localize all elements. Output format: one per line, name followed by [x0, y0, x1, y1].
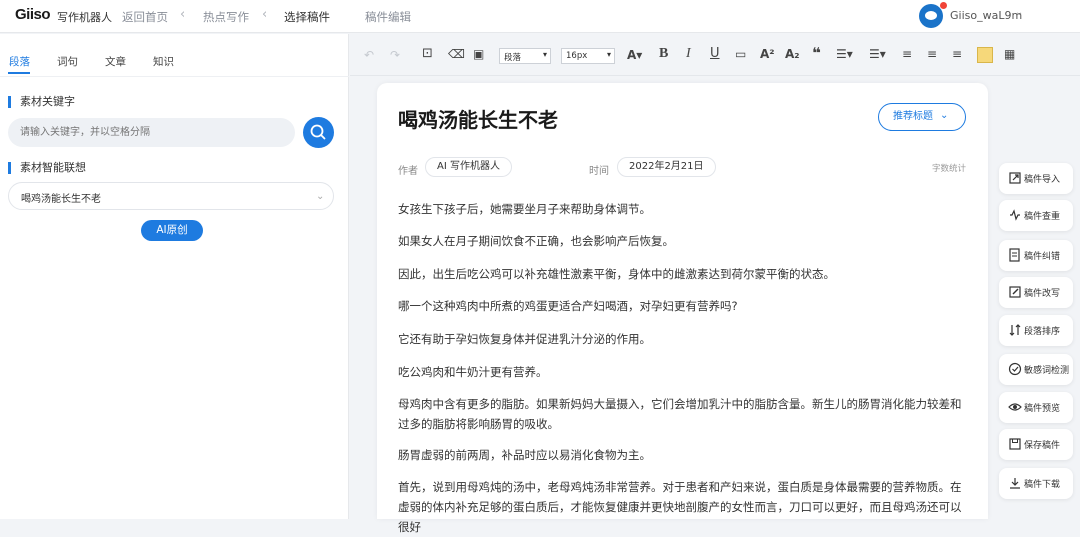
align-right-icon[interactable]: ≡ [952, 46, 962, 62]
text-box-icon[interactable]: ⊡ [422, 46, 433, 62]
bold-icon[interactable]: B [659, 46, 668, 62]
tab-knowledge[interactable]: 知识 [153, 54, 174, 69]
download-label: 稿件下载 [1024, 480, 1061, 490]
chevron-down-icon[interactable]: ⌄ [1015, 7, 1023, 18]
breadcrumb-select-draft[interactable]: 选择稿件 [284, 9, 330, 25]
tab-phrase[interactable]: 词句 [57, 54, 78, 69]
rewrite-button[interactable]: 稿件改写 [999, 277, 1073, 308]
keyword-section-title: 素材关键字 [8, 96, 75, 108]
ai-original-button[interactable]: AI原创 [141, 220, 203, 241]
italic-icon[interactable]: I [686, 46, 691, 62]
proofread-button[interactable]: 稿件纠错 [999, 240, 1073, 271]
paragraph[interactable]: 哪一个这种鸡肉中所煮的鸡蛋更适合产妇喝酒，对孕妇更有营养吗? [398, 296, 970, 316]
proofread-label: 稿件纠错 [1024, 252, 1061, 262]
recommend-title-button[interactable]: 推荐标题 [878, 103, 966, 131]
ordered-list-icon[interactable]: ☰▾ [836, 46, 853, 62]
caret-down-icon: ▾ [542, 50, 547, 59]
chevron-left-icon: ‹ [262, 7, 268, 22]
save-icon [1009, 438, 1021, 450]
import-draft-label: 稿件导入 [1024, 175, 1061, 185]
align-center-icon[interactable]: ≡ [927, 46, 937, 62]
font-size-value: 16px [566, 51, 588, 61]
import-icon [1009, 172, 1021, 184]
font-size-select[interactable]: 16px ▾ [561, 48, 615, 64]
paragraph[interactable]: 首先，说到用母鸡炖的汤中，老母鸡炖汤非常营养。对于患者和产妇来说，蛋白质是身体最… [398, 477, 970, 537]
divider [0, 76, 349, 77]
table-icon[interactable]: ▦ [1004, 46, 1015, 62]
active-tab-indicator [8, 72, 30, 74]
eye-icon [1008, 403, 1022, 411]
paragraph[interactable]: 肠胃虚弱的前两周，补品时应以易消化食物为主。 [398, 445, 970, 465]
time-label: 时间 [589, 166, 609, 177]
keyword-search-input[interactable] [8, 118, 295, 147]
paragraph[interactable]: 如果女人在月子期间饮食不正确，也会影响产后恢复。 [398, 231, 970, 251]
check-duplicate-button[interactable]: 稿件查重 [999, 200, 1073, 231]
save-label: 保存稿件 [1024, 441, 1061, 451]
preview-label: 稿件预览 [1024, 404, 1061, 414]
check-duplicate-label: 稿件查重 [1024, 212, 1061, 222]
chevron-down-icon[interactable]: ⌄ [940, 110, 948, 121]
breadcrumb-edit-draft: 稿件编辑 [365, 10, 411, 24]
chevron-down-icon[interactable]: ⌄ [316, 191, 324, 202]
unordered-list-icon[interactable]: ☰▾ [869, 46, 886, 62]
edit-icon [1009, 286, 1021, 298]
brand-subtitle: 写作机器人 [57, 11, 112, 24]
download-icon [1010, 478, 1020, 489]
paragraph-format-select[interactable]: 段落 ▾ [499, 48, 551, 64]
sort-paragraphs-label: 段落排序 [1024, 327, 1061, 337]
redo-icon[interactable]: ↷ [390, 47, 400, 63]
underline-icon[interactable]: U [710, 46, 720, 62]
import-draft-button[interactable]: 稿件导入 [999, 163, 1073, 194]
download-button[interactable]: 稿件下载 [999, 468, 1073, 499]
proofread-icon [1009, 248, 1020, 262]
top-nav-bar: Giiso 写作机器人 返回首页 ‹ 热点写作 ‹ 选择稿件 稿件编辑 Giis… [0, 0, 1080, 33]
search-button[interactable] [303, 117, 334, 148]
paragraph[interactable]: 女孩生下孩子后，她需要坐月子来帮助身体调节。 [398, 199, 970, 219]
sort-paragraphs-button[interactable]: 段落排序 [999, 315, 1073, 346]
paragraph-format-value: 段落 [504, 53, 522, 63]
undo-icon[interactable]: ↶ [364, 47, 374, 63]
logo[interactable]: Giiso [15, 6, 51, 23]
wordcount-label: 字数统计 [932, 164, 967, 174]
tab-article[interactable]: 文章 [105, 54, 126, 69]
align-left-icon[interactable]: ≡ [902, 46, 912, 62]
subscript-icon[interactable]: A₂ [785, 46, 800, 62]
breadcrumb-hot-writing[interactable]: 热点写作 [203, 9, 249, 25]
sensitive-words-button[interactable]: 敏感词检测 [999, 354, 1073, 385]
search-icon [310, 124, 326, 140]
strikethrough-box-icon[interactable]: ▭ [735, 46, 746, 62]
document-title[interactable]: 喝鸡汤能长生不老 [398, 104, 558, 133]
tab-paragraph[interactable]: 段落 [9, 54, 30, 69]
time-field[interactable]: 2022年2月21日 [617, 157, 716, 177]
block-format-icon[interactable]: ▣ [473, 46, 484, 62]
paragraph[interactable]: 吃公鸡肉和牛奶汁更有营养。 [398, 362, 970, 382]
paragraph[interactable]: 因此，出生后吃公鸡可以补充雄性激素平衡，身体中的雌激素达到荷尔蒙平衡的状态。 [398, 264, 970, 284]
font-color-icon[interactable]: A▾ [627, 47, 642, 63]
author-label: 作者 [398, 166, 418, 177]
material-panel: 段落 词句 文章 知识 素材关键字 素材智能联想 喝鸡汤能长生不老 ⌄ AI原创 [0, 34, 349, 519]
author-field[interactable]: AI 写作机器人 [425, 157, 512, 177]
avatar[interactable] [919, 4, 943, 28]
superscript-icon[interactable]: A² [760, 46, 775, 62]
username[interactable]: Giiso_waL9m [950, 9, 1022, 22]
assoc-select[interactable]: 喝鸡汤能长生不老 [8, 182, 334, 210]
document-card: 喝鸡汤能长生不老 推荐标题 ⌄ 作者 AI 写作机器人 时间 2022年2月21… [377, 83, 988, 534]
sensitive-words-label: 敏感词检测 [1024, 366, 1070, 376]
paragraph[interactable]: 它还有助于孕妇恢复身体并促进乳汁分泌的作用。 [398, 329, 970, 349]
save-button[interactable]: 保存稿件 [999, 429, 1073, 460]
duplicate-check-icon [1010, 209, 1020, 221]
sort-icon [1009, 324, 1021, 336]
preview-button[interactable]: 稿件预览 [999, 392, 1073, 423]
paragraph[interactable]: 母鸡肉中含有更多的脂肪。如果新妈妈大量摄入，它们会增加乳汁中的脂肪含量。新生儿的… [398, 394, 970, 434]
notification-badge [940, 2, 947, 9]
chevron-left-icon: ‹ [180, 7, 186, 22]
caret-down-icon: ▾ [606, 50, 611, 59]
quote-icon[interactable]: ❝ [812, 45, 821, 61]
breadcrumb-home[interactable]: 返回首页 [122, 9, 168, 25]
rewrite-label: 稿件改写 [1024, 289, 1061, 299]
sensitive-check-icon [1008, 362, 1022, 376]
assoc-section-title: 素材智能联想 [8, 162, 86, 174]
highlight-icon[interactable] [977, 47, 993, 63]
eraser-icon[interactable]: ⌫ [448, 46, 465, 62]
